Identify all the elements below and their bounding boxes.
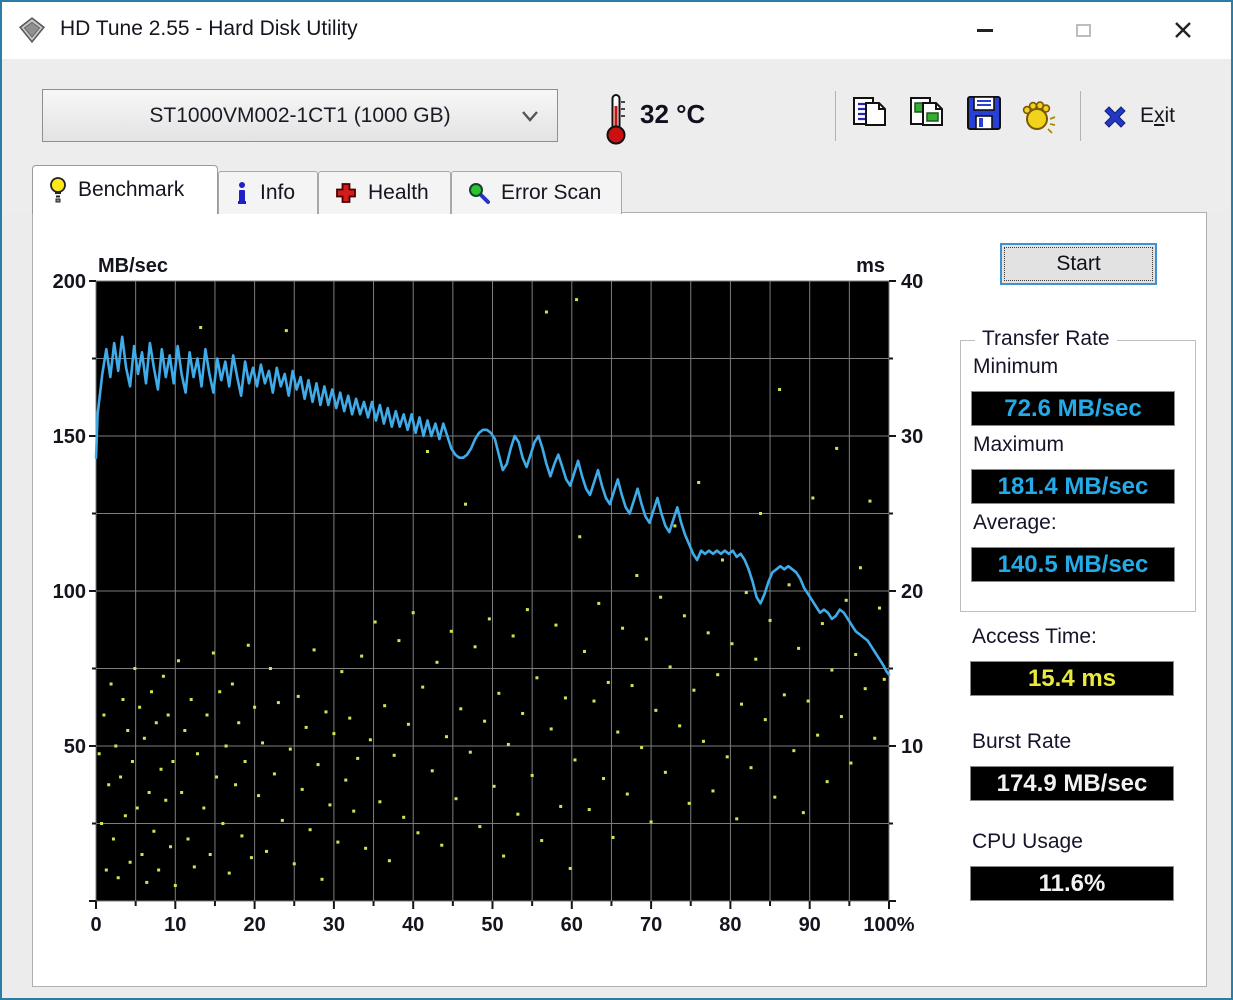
drive-select-dropdown[interactable]: ST1000VM002-1CT1 (1000 GB) bbox=[42, 89, 558, 142]
drive-select-value: ST1000VM002-1CT1 (1000 GB) bbox=[149, 103, 451, 127]
benchmark-chart: 20015010050403020100 10 20 30 40 50 60 70 80 90 10… bbox=[53, 255, 924, 936]
svg-text:100: 100 bbox=[53, 581, 86, 603]
access-time-label: Access Time: bbox=[972, 625, 1097, 648]
maximize-icon bbox=[1075, 23, 1091, 37]
svg-text:10: 10 bbox=[164, 914, 186, 936]
hd-tune-logo-icon bbox=[19, 17, 45, 44]
svg-text:70: 70 bbox=[640, 914, 662, 936]
health-cross-icon bbox=[336, 183, 356, 203]
average-value: 140.5 MB/sec bbox=[971, 547, 1175, 582]
exit-x-icon bbox=[1104, 106, 1126, 128]
tab-benchmark[interactable]: Benchmark bbox=[32, 165, 218, 214]
toolbar-separator bbox=[1080, 91, 1081, 141]
toolbar: ST1000VM002-1CT1 (1000 GB) 32 °C Exit bbox=[2, 59, 1231, 159]
tab-label: Info bbox=[260, 181, 296, 204]
tab-label: Error Scan bbox=[501, 181, 602, 204]
transfer-rate-group: Transfer Rate Minimum 72.6 MB/sec Maximu… bbox=[960, 327, 1196, 612]
maximize-button[interactable] bbox=[1057, 10, 1109, 50]
svg-text:30: 30 bbox=[323, 914, 345, 936]
tab-health[interactable]: Health bbox=[318, 171, 451, 214]
close-button[interactable] bbox=[1157, 10, 1209, 50]
title-bar: HD Tune 2.55 - Hard Disk Utility bbox=[2, 2, 1231, 59]
svg-text:40: 40 bbox=[402, 914, 424, 936]
svg-text:40: 40 bbox=[901, 271, 923, 293]
svg-text:ms: ms bbox=[856, 255, 885, 277]
window-title: HD Tune 2.55 - Hard Disk Utility bbox=[60, 17, 358, 40]
svg-text:200: 200 bbox=[53, 271, 86, 293]
access-time-value: 15.4 ms bbox=[970, 661, 1174, 696]
toolbar-separator bbox=[835, 91, 836, 141]
maximum-value: 181.4 MB/sec bbox=[971, 469, 1175, 504]
svg-text:MB/sec: MB/sec bbox=[98, 255, 168, 277]
svg-text:30: 30 bbox=[901, 426, 923, 448]
svg-text:10: 10 bbox=[901, 736, 923, 758]
svg-text:90: 90 bbox=[799, 914, 821, 936]
maximum-label: Maximum bbox=[973, 433, 1065, 456]
benchmark-page: 200 150 100 50 40 30 20 10 0 10 20 30 40 50 60 70 80 90 10… bbox=[32, 212, 1207, 987]
svg-text:150: 150 bbox=[53, 426, 86, 448]
cpu-usage-label: CPU Usage bbox=[972, 830, 1083, 853]
minimize-button[interactable] bbox=[959, 10, 1011, 50]
exit-label: Exit bbox=[1140, 104, 1176, 127]
magnifier-icon bbox=[469, 183, 490, 204]
minimum-value: 72.6 MB/sec bbox=[971, 391, 1175, 426]
donate-hand-icon bbox=[1022, 101, 1056, 134]
svg-text:0: 0 bbox=[90, 914, 101, 936]
donate-button[interactable] bbox=[1015, 93, 1059, 141]
minimize-icon bbox=[977, 28, 993, 32]
chevron-down-icon bbox=[522, 111, 538, 122]
tab-error-scan[interactable]: Error Scan bbox=[451, 171, 622, 214]
svg-text:50: 50 bbox=[64, 736, 86, 758]
thermometer-icon bbox=[606, 94, 626, 145]
svg-text:60: 60 bbox=[561, 914, 583, 936]
copy-text-icon bbox=[853, 97, 886, 126]
svg-text:80: 80 bbox=[719, 914, 741, 936]
svg-text:20: 20 bbox=[243, 914, 265, 936]
svg-text:50: 50 bbox=[481, 914, 503, 936]
svg-text:20: 20 bbox=[901, 581, 923, 603]
app-window: HD Tune 2.55 - Hard Disk Utility ST1000V… bbox=[0, 0, 1233, 1000]
burst-rate-value: 174.9 MB/sec bbox=[970, 766, 1174, 801]
tab-strip: Benchmark Info Health Error Scan bbox=[2, 159, 1231, 214]
copy-image-button[interactable] bbox=[905, 93, 949, 141]
lightbulb-icon bbox=[50, 177, 66, 203]
start-button[interactable]: Start bbox=[1000, 243, 1157, 285]
tab-info[interactable]: Info bbox=[218, 171, 318, 214]
info-icon bbox=[238, 182, 246, 204]
save-icon bbox=[967, 96, 1001, 130]
close-icon bbox=[1175, 22, 1191, 38]
burst-rate-label: Burst Rate bbox=[972, 730, 1072, 753]
svg-text:100%: 100% bbox=[863, 914, 914, 936]
tab-label: Health bbox=[368, 181, 429, 204]
cpu-usage-value: 11.6% bbox=[970, 866, 1174, 901]
minimum-label: Minimum bbox=[973, 355, 1059, 378]
copy-image-icon bbox=[910, 97, 943, 126]
average-label: Average: bbox=[973, 511, 1057, 534]
copy-text-button[interactable] bbox=[848, 93, 892, 141]
temperature-value: 32 °C bbox=[640, 99, 706, 129]
save-screenshot-button[interactable] bbox=[962, 93, 1006, 141]
tab-label: Benchmark bbox=[78, 178, 185, 201]
transfer-rate-legend: Transfer Rate bbox=[975, 327, 1117, 351]
